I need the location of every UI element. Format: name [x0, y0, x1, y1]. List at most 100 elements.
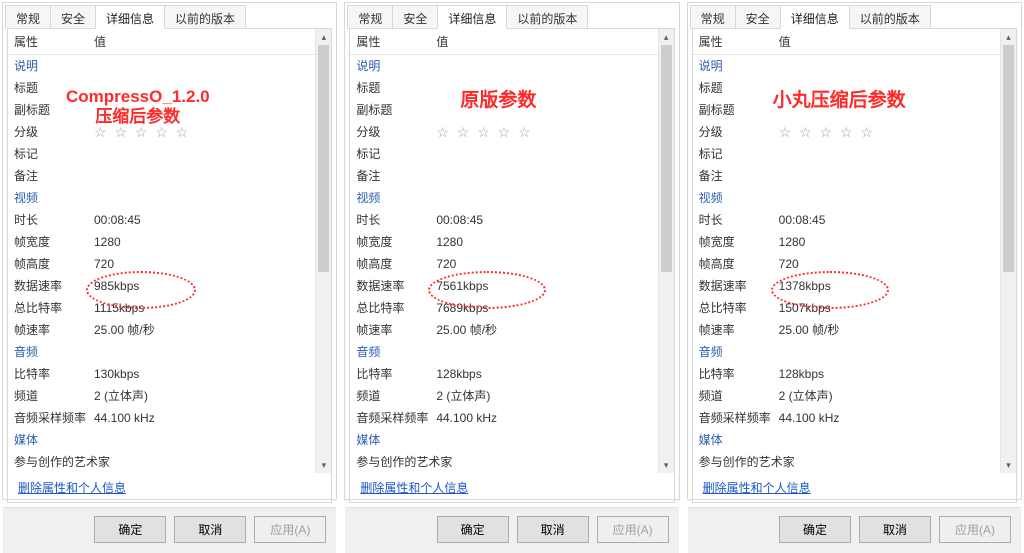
ok-button[interactable]: 确定 [94, 516, 166, 543]
label-height: 帧高度 [356, 255, 436, 273]
section-description: 说明 [14, 57, 94, 75]
label-notes: 备注 [356, 167, 436, 185]
scroll-thumb[interactable] [318, 45, 329, 272]
label-subtitle: 副标题 [14, 101, 94, 119]
label-rating: 分级 [356, 123, 436, 141]
value-datarate: 1378kbps [779, 277, 1010, 295]
ok-button[interactable]: 确定 [779, 516, 851, 543]
tab-details[interactable]: 详细信息 [95, 5, 165, 29]
tab-previous[interactable]: 以前的版本 [506, 5, 588, 29]
tab-general[interactable]: 常规 [690, 5, 736, 29]
value-height: 720 [94, 255, 325, 273]
column-header: 属性 值 [350, 29, 673, 55]
section-audio: 音频 [699, 343, 779, 361]
label-height: 帧高度 [699, 255, 779, 273]
remove-properties-link[interactable]: 删除属性和个人信息 [360, 481, 468, 495]
label-width: 帧宽度 [14, 233, 94, 251]
section-media: 媒体 [699, 431, 779, 449]
label-width: 帧宽度 [699, 233, 779, 251]
header-value: 值 [436, 33, 667, 50]
tab-bar: 常规 安全 详细信息 以前的版本 [690, 5, 1021, 29]
value-bitrate: 128kbps [779, 365, 1010, 383]
scroll-up-arrow-icon[interactable]: ▴ [659, 29, 674, 45]
header-value: 值 [779, 33, 1010, 50]
vertical-scrollbar[interactable]: ▴ ▾ [315, 29, 331, 473]
scroll-thumb[interactable] [1003, 45, 1014, 272]
tab-content: CompressO_1.2.0 压缩后参数 属性 值 说明 标题 副标题 分级☆… [7, 28, 332, 503]
tab-details[interactable]: 详细信息 [780, 5, 850, 29]
tab-bar: 常规 安全 详细信息 以前的版本 [347, 5, 678, 29]
value-duration: 00:08:45 [94, 211, 325, 229]
tab-general[interactable]: 常规 [5, 5, 51, 29]
scroll-down-arrow-icon[interactable]: ▾ [316, 457, 331, 473]
value-height: 720 [436, 255, 667, 273]
label-notes: 备注 [14, 167, 94, 185]
apply-button[interactable]: 应用(A) [939, 516, 1011, 543]
cancel-button[interactable]: 取消 [517, 516, 589, 543]
scroll-up-arrow-icon[interactable]: ▴ [1001, 29, 1016, 45]
header-property: 属性 [14, 33, 94, 50]
scroll-track[interactable] [316, 45, 331, 457]
tab-security[interactable]: 安全 [50, 5, 96, 29]
tab-security[interactable]: 安全 [735, 5, 781, 29]
vertical-scrollbar[interactable]: ▴ ▾ [1000, 29, 1016, 473]
value-duration: 00:08:45 [436, 211, 667, 229]
label-tags: 标记 [699, 145, 779, 163]
value-channels: 2 (立体声) [94, 387, 325, 405]
label-artists: 参与创作的艺术家 [14, 453, 144, 471]
label-rating: 分级 [699, 123, 779, 141]
value-framerate: 25.00 帧/秒 [779, 321, 1010, 339]
label-totalbitrate: 总比特率 [356, 299, 436, 317]
value-datarate: 7561kbps [436, 277, 667, 295]
section-media: 媒体 [14, 431, 94, 449]
scroll-down-arrow-icon[interactable]: ▾ [659, 457, 674, 473]
dialog-button-bar: 确定 取消 应用(A) [345, 507, 678, 553]
column-header: 属性 值 [693, 29, 1016, 55]
value-framerate: 25.00 帧/秒 [94, 321, 325, 339]
label-duration: 时长 [699, 211, 779, 229]
label-duration: 时长 [14, 211, 94, 229]
section-description: 说明 [356, 57, 436, 75]
section-video: 视频 [699, 189, 779, 207]
cancel-button[interactable]: 取消 [859, 516, 931, 543]
value-width: 1280 [436, 233, 667, 251]
apply-button[interactable]: 应用(A) [254, 516, 326, 543]
scroll-up-arrow-icon[interactable]: ▴ [316, 29, 331, 45]
property-list: 说明 标题 副标题 分级☆ ☆ ☆ ☆ ☆ 标记 备注 视频 时长00:08:4… [693, 55, 1016, 473]
label-framerate: 帧速率 [356, 321, 436, 339]
cancel-button[interactable]: 取消 [174, 516, 246, 543]
remove-properties-link[interactable]: 删除属性和个人信息 [18, 481, 126, 495]
scroll-track[interactable] [1001, 45, 1016, 457]
tab-previous[interactable]: 以前的版本 [164, 5, 246, 29]
ok-button[interactable]: 确定 [437, 516, 509, 543]
label-framerate: 帧速率 [14, 321, 94, 339]
scroll-track[interactable] [659, 45, 674, 457]
remove-properties-link[interactable]: 删除属性和个人信息 [703, 481, 811, 495]
label-bitrate: 比特率 [14, 365, 94, 383]
scroll-thumb[interactable] [661, 45, 672, 272]
tab-security[interactable]: 安全 [392, 5, 438, 29]
vertical-scrollbar[interactable]: ▴ ▾ [658, 29, 674, 473]
label-channels: 频道 [14, 387, 94, 405]
rating-stars[interactable]: ☆ ☆ ☆ ☆ ☆ [779, 123, 1010, 141]
label-subtitle: 副标题 [699, 101, 779, 119]
label-subtitle: 副标题 [356, 101, 436, 119]
label-title: 标题 [699, 79, 779, 97]
tab-general[interactable]: 常规 [347, 5, 393, 29]
label-totalbitrate: 总比特率 [699, 299, 779, 317]
properties-panel-0: 常规 安全 详细信息 以前的版本 CompressO_1.2.0 压缩后参数 属… [2, 2, 337, 500]
rating-stars[interactable]: ☆ ☆ ☆ ☆ ☆ [436, 123, 667, 141]
value-datarate: 985kbps [94, 277, 325, 295]
tab-previous[interactable]: 以前的版本 [849, 5, 931, 29]
value-width: 1280 [779, 233, 1010, 251]
header-property: 属性 [356, 33, 436, 50]
scroll-down-arrow-icon[interactable]: ▾ [1001, 457, 1016, 473]
rating-stars[interactable]: ☆ ☆ ☆ ☆ ☆ [94, 123, 325, 141]
label-datarate: 数据速率 [356, 277, 436, 295]
tab-details[interactable]: 详细信息 [437, 5, 507, 29]
label-samplerate: 音频采样频率 [14, 409, 94, 427]
column-header: 属性 值 [8, 29, 331, 55]
tab-content: 小丸压缩后参数 属性 值 说明 标题 副标题 分级☆ ☆ ☆ ☆ ☆ 标记 备注… [692, 28, 1017, 503]
apply-button[interactable]: 应用(A) [597, 516, 669, 543]
value-totalbitrate: 1507kbps [779, 299, 1010, 317]
